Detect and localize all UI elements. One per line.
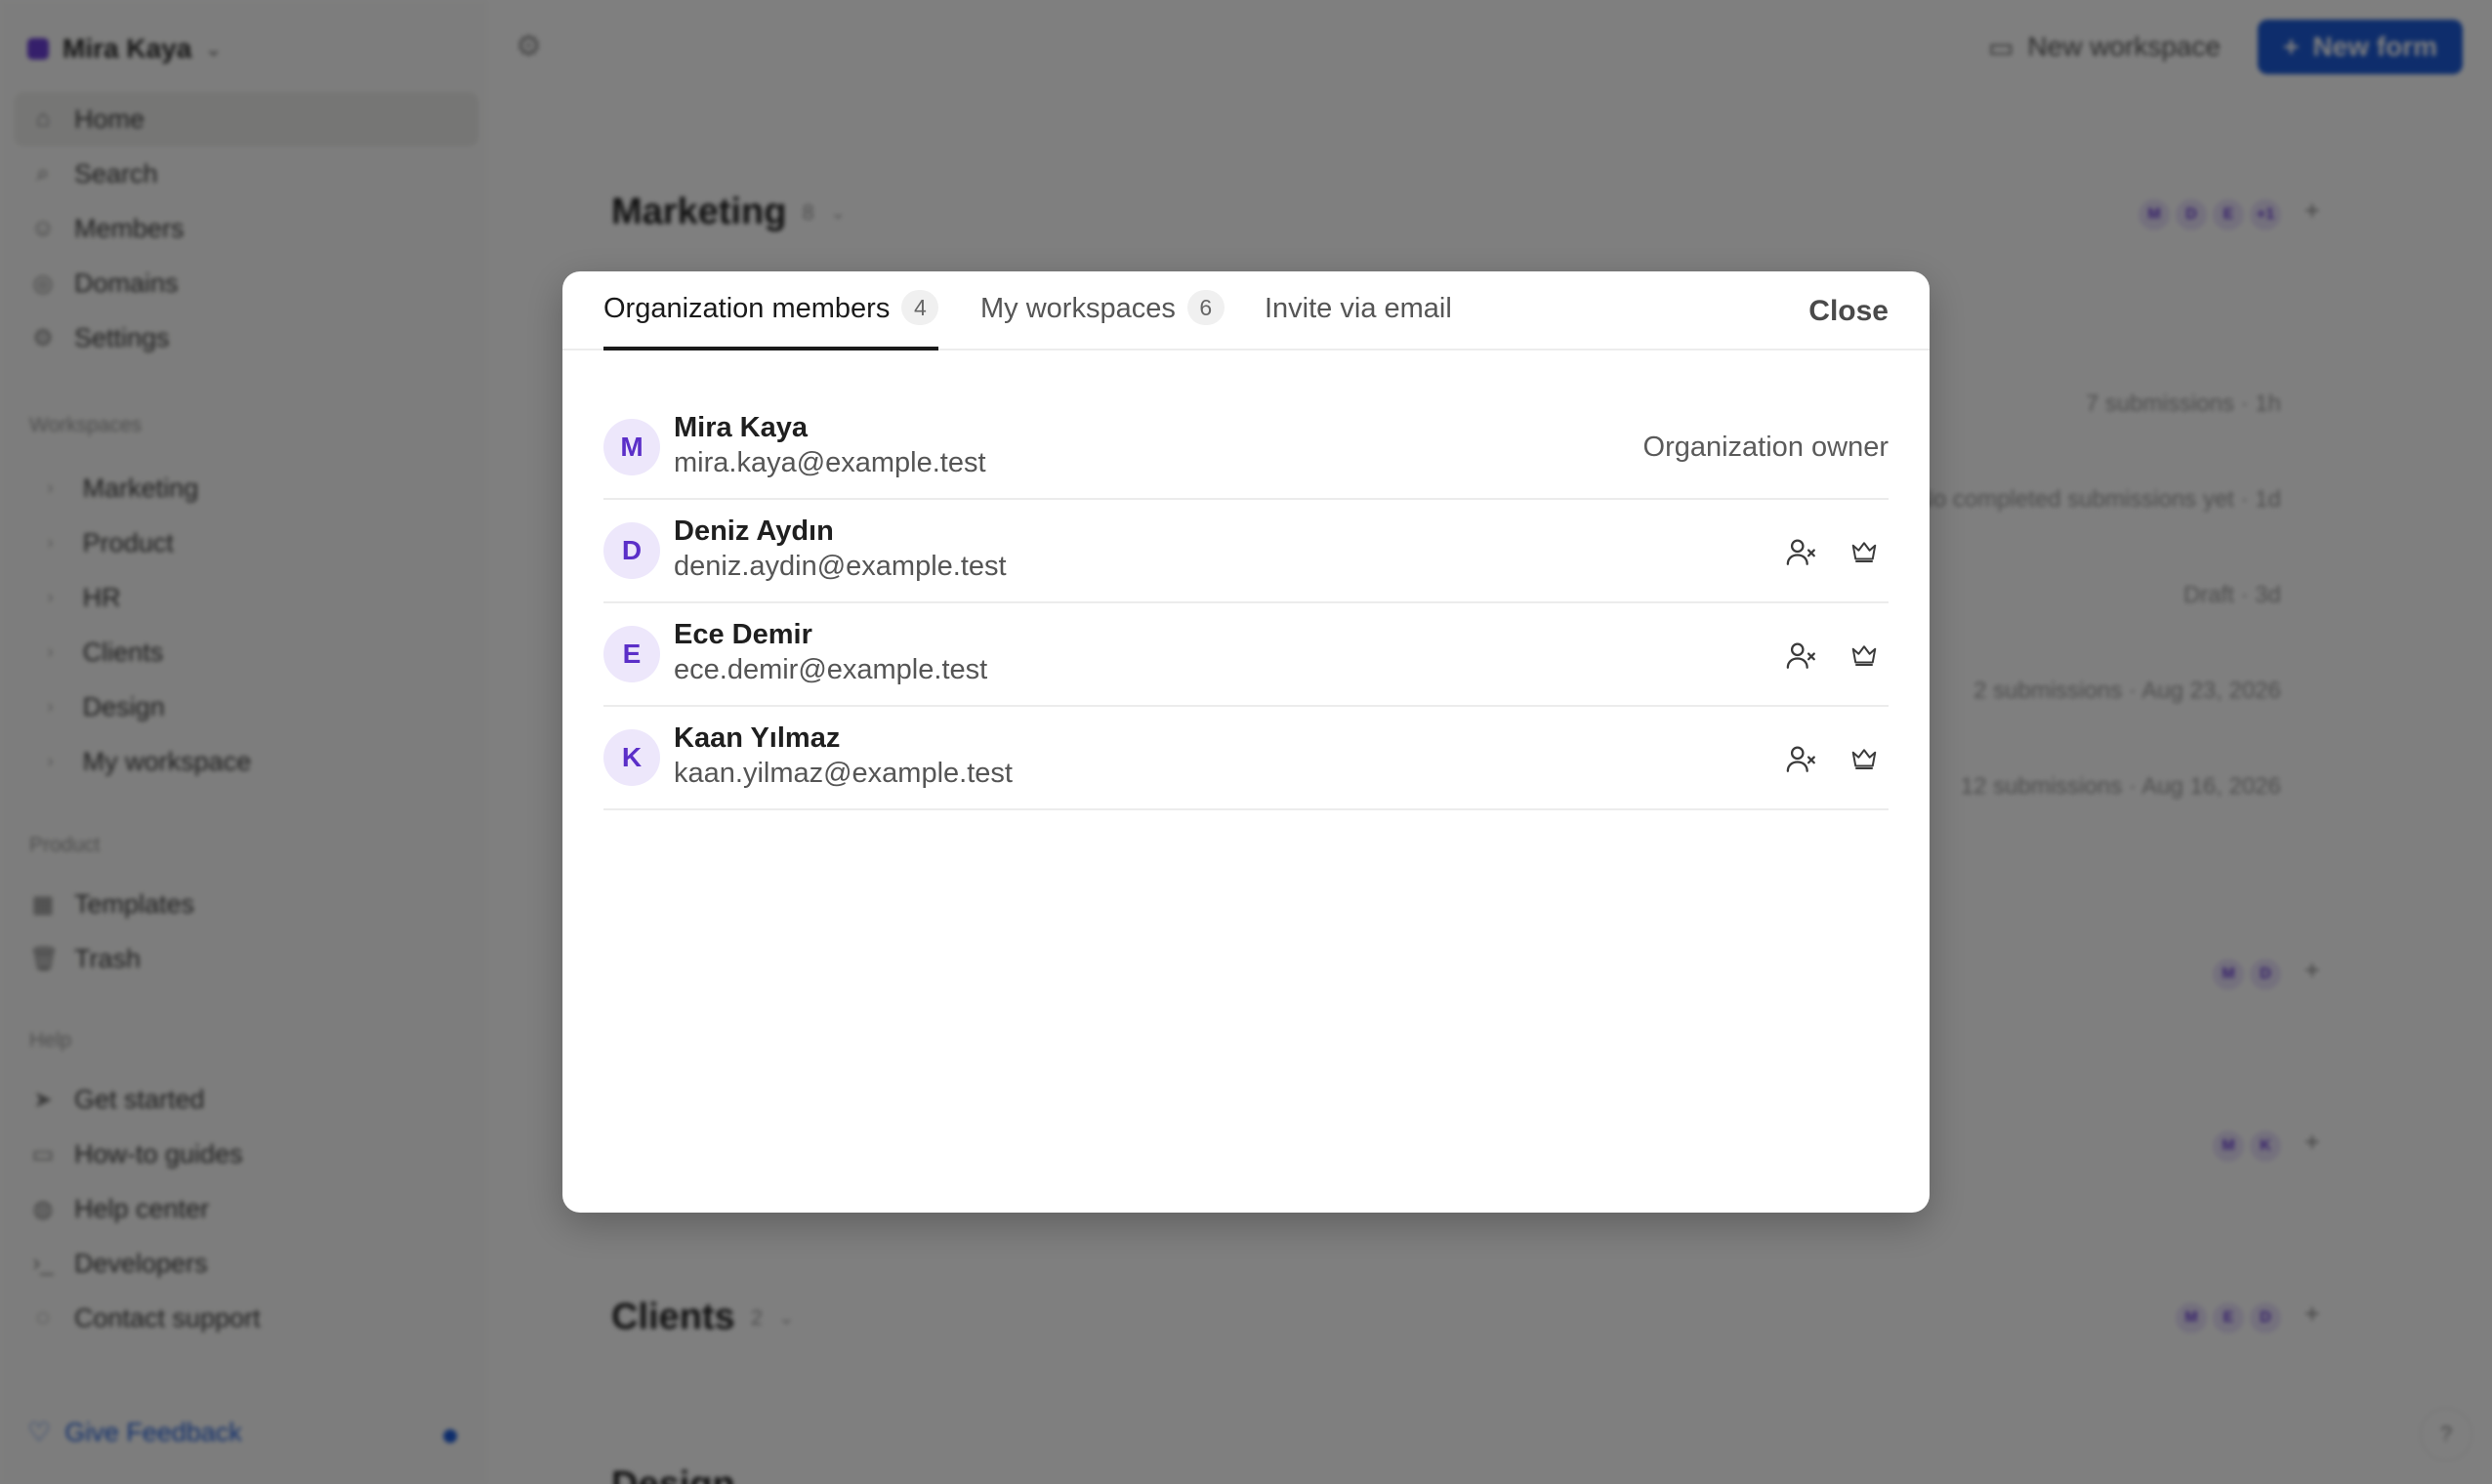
member-email: mira.kaya@example.test [674,447,986,478]
member-row: E Ece Demir ece.demir@example.test [603,603,1889,707]
member-row: M Mira Kaya mira.kaya@example.test Organ… [603,396,1889,500]
make-owner-button[interactable] [1844,738,1885,779]
tab-organization-members[interactable]: Organization members 4 [603,290,939,350]
count-badge: 6 [1186,290,1225,325]
tab-my-workspaces[interactable]: My workspaces 6 [980,290,1225,350]
members-modal: Organization members 4 My workspaces 6 I… [562,271,1930,1213]
crown-icon [1851,645,1877,666]
member-name: Kaan Yılmaz [674,722,841,754]
modal-tabs: Organization members 4 My workspaces 6 I… [562,271,1930,350]
count-badge: 4 [901,290,939,325]
member-name: Ece Demir [674,619,812,650]
member-email: kaan.yilmaz@example.test [674,758,1013,789]
user-remove-icon [1786,746,1815,772]
remove-member-button[interactable] [1781,531,1822,572]
crown-icon [1851,542,1877,562]
avatar: D [603,522,660,579]
member-list: M Mira Kaya mira.kaya@example.test Organ… [603,396,1889,810]
remove-member-button[interactable] [1781,738,1822,779]
member-row: D Deniz Aydın deniz.aydin@example.test [603,500,1889,603]
avatar: M [603,419,660,475]
member-name: Mira Kaya [674,412,809,443]
member-email: ece.demir@example.test [674,654,988,685]
member-role: Organization owner [1642,432,1889,463]
user-remove-icon [1786,539,1815,565]
avatar: K [603,729,660,786]
crown-icon [1851,749,1877,769]
tab-invite-via-email[interactable]: Invite via email [1265,293,1452,350]
remove-member-button[interactable] [1781,635,1822,676]
user-remove-icon [1786,642,1815,669]
make-owner-button[interactable] [1844,531,1885,572]
member-name: Deniz Aydın [674,515,834,547]
close-button[interactable]: Close [1808,295,1889,328]
member-email: deniz.aydin@example.test [674,551,1007,582]
member-row: K Kaan Yılmaz kaan.yilmaz@example.test [603,707,1889,810]
avatar: E [603,626,660,682]
make-owner-button[interactable] [1844,635,1885,676]
